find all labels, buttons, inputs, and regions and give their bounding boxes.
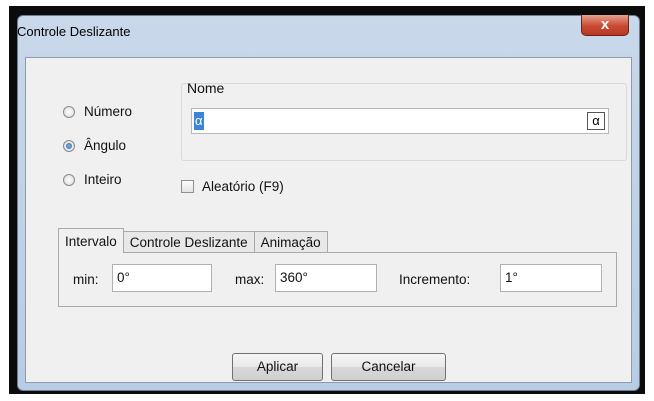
random-checkbox[interactable] xyxy=(181,180,194,193)
min-input[interactable]: 0° xyxy=(112,264,212,292)
radio-selected-icon[interactable] xyxy=(63,139,75,152)
max-label: max: xyxy=(235,272,265,287)
increment-label: Incremento: xyxy=(399,272,471,287)
random-checkbox-row[interactable]: Aleatório (F9) xyxy=(181,179,284,194)
random-checkbox-label: Aleatório (F9) xyxy=(202,179,284,194)
radio-numero[interactable]: Número xyxy=(63,104,132,119)
tab-intervalo[interactable]: Intervalo xyxy=(58,228,124,253)
name-input-value: α xyxy=(194,112,204,130)
radio-label-inteiro: Inteiro xyxy=(84,172,122,187)
increment-input[interactable]: 1° xyxy=(500,264,602,292)
dialog-title: Controle Deslizante xyxy=(17,24,131,39)
dialog-window: x Número Ângulo Inteiro Nome α α Aleatór… xyxy=(17,15,640,391)
cancel-button[interactable]: Cancelar xyxy=(331,353,446,381)
alpha-symbol-button[interactable]: α xyxy=(587,112,605,130)
tab-controle-deslizante[interactable]: Controle Deslizante xyxy=(122,231,255,253)
radio-icon[interactable] xyxy=(63,105,75,118)
radio-angulo[interactable]: Ângulo xyxy=(63,138,126,153)
tab-bar: Intervalo Controle Deslizante Animação xyxy=(58,228,328,253)
close-button[interactable]: x xyxy=(581,15,629,36)
apply-button[interactable]: Aplicar xyxy=(232,353,323,381)
close-icon: x xyxy=(600,16,610,33)
dialog-content: Número Ângulo Inteiro Nome α α Aleatório… xyxy=(25,57,632,383)
name-input[interactable]: α α xyxy=(191,108,609,134)
max-input[interactable]: 360° xyxy=(275,264,377,292)
radio-inteiro[interactable]: Inteiro xyxy=(63,172,122,187)
radio-label-numero: Número xyxy=(84,104,133,119)
interval-panel: min: 0° max: 360° Incremento: 1° xyxy=(58,252,617,307)
name-label: Nome xyxy=(187,80,225,96)
radio-label-angulo: Ângulo xyxy=(84,138,127,153)
radio-icon[interactable] xyxy=(63,173,75,186)
tab-animacao[interactable]: Animação xyxy=(253,231,328,253)
min-label: min: xyxy=(73,272,99,287)
